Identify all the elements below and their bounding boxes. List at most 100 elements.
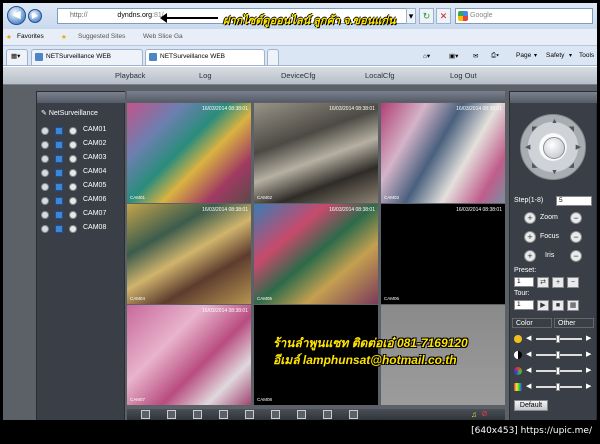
ptz-downright-icon[interactable]: ◢ [569, 161, 574, 169]
play-icon[interactable] [55, 211, 63, 219]
slider-left-icon[interactable]: ◀ [526, 366, 531, 374]
slider-thumb[interactable] [556, 335, 560, 343]
ptz-right-icon[interactable]: ▶ [576, 143, 581, 151]
stop-icon[interactable]: ✕ [436, 8, 451, 24]
forward-button[interactable]: ▶ [28, 9, 42, 23]
search-input[interactable]: Google [455, 8, 593, 24]
mute-icon[interactable]: ⊘ [481, 409, 488, 418]
play-icon[interactable] [55, 183, 63, 191]
video-cell[interactable]: 16/03/2014 08:38:01 CAM04 [127, 204, 251, 304]
record-icon[interactable] [69, 225, 77, 233]
video-cell[interactable]: 16/03/2014 08:38:01 CAM06 [381, 204, 505, 304]
slider-right-icon[interactable]: ▶ [586, 366, 591, 374]
preset-add-button[interactable]: + [552, 277, 564, 288]
print-icon[interactable]: ⎙▾ [491, 52, 499, 60]
preset-input[interactable]: 1 [514, 277, 534, 287]
suggested-sites-link[interactable]: Suggested Sites [78, 33, 125, 40]
ptz-center-button[interactable] [543, 137, 565, 159]
brightness-slider[interactable]: ◀ ▶ [514, 334, 594, 344]
menu-playback[interactable]: Playback [115, 71, 145, 80]
slider-thumb[interactable] [556, 383, 560, 391]
hue-slider[interactable]: ◀ ▶ [514, 382, 594, 392]
focus-out-button[interactable]: − [570, 231, 582, 243]
iris-open-button[interactable]: + [524, 250, 536, 262]
favorites-button[interactable]: Favorites [17, 33, 44, 40]
slider-left-icon[interactable]: ◀ [526, 334, 531, 342]
menu-devicecfg[interactable]: DeviceCfg [281, 71, 316, 80]
slider-thumb[interactable] [556, 351, 560, 359]
next-page-icon[interactable] [297, 410, 306, 419]
record-icon[interactable] [69, 155, 77, 163]
ptz-downleft-icon[interactable]: ◣ [532, 161, 537, 169]
zoom-out-button[interactable]: − [570, 212, 582, 224]
record-icon[interactable] [69, 127, 77, 135]
ptz-left-icon[interactable]: ◀ [525, 143, 530, 151]
ptz-upright-icon[interactable]: ◥ [569, 125, 574, 133]
tour-input[interactable]: 1 [514, 300, 534, 310]
tab-color[interactable]: Color [512, 318, 552, 328]
record-icon[interactable] [69, 141, 77, 149]
tools-menu[interactable]: Tools [579, 52, 594, 59]
tab-netsurveillance-1[interactable]: NETSurveillance WEB [31, 49, 143, 65]
tour-play-button[interactable]: ▶ [537, 300, 549, 311]
video-cell[interactable]: 16/03/2014 08:38:01 CAM05 [254, 204, 378, 304]
ptz-up-icon[interactable]: ▲ [551, 118, 558, 125]
contrast-slider[interactable]: ◀ ▶ [514, 350, 594, 360]
menu-logout[interactable]: Log Out [450, 71, 477, 80]
preset-remove-button[interactable]: − [567, 277, 579, 288]
iris-close-button[interactable]: − [570, 250, 582, 262]
zoom-in-button[interactable]: + [524, 212, 536, 224]
menu-log[interactable]: Log [199, 71, 212, 80]
play-icon[interactable] [55, 127, 63, 135]
mail-icon[interactable]: ✉ [473, 52, 478, 60]
tour-grid-button[interactable]: ▦ [567, 300, 579, 311]
record-icon[interactable] [69, 169, 77, 177]
home-icon[interactable]: ⌂▾ [423, 52, 430, 60]
record-icon[interactable] [69, 183, 77, 191]
tab-other[interactable]: Other [554, 318, 594, 328]
slider-right-icon[interactable]: ▶ [586, 334, 591, 342]
layout-9-icon[interactable] [219, 410, 228, 419]
tree-root[interactable]: ✎ NetSurveillance [41, 109, 98, 117]
video-cell[interactable]: 16/03/2014 08:38:01 CAM03 [381, 103, 505, 203]
volume-icon[interactable]: ♫ [471, 410, 477, 419]
menu-localcfg[interactable]: LocalCfg [365, 71, 395, 80]
default-button[interactable]: Default [514, 400, 548, 411]
saturation-slider[interactable]: ◀ ▶ [514, 366, 594, 376]
add-favorite-icon[interactable]: ★ [61, 33, 67, 41]
slider-left-icon[interactable]: ◀ [526, 350, 531, 358]
record-all-icon[interactable] [323, 410, 332, 419]
focus-in-button[interactable]: + [524, 231, 536, 243]
layout-16-icon[interactable] [245, 410, 254, 419]
slider-right-icon[interactable]: ▶ [586, 350, 591, 358]
feeds-icon[interactable]: ▣▾ [449, 52, 458, 60]
play-icon[interactable] [55, 225, 63, 233]
refresh-icon[interactable]: ↻ [419, 8, 434, 24]
ptz-direction-pad[interactable]: ▲ ▼ ◀ ▶ ◤ ◥ ◣ ◢ [520, 114, 586, 180]
video-cell[interactable]: 16/03/2014 08:38:01 CAM07 [127, 305, 251, 405]
video-cell[interactable]: 16/03/2014 08:38:01 CAM01 [127, 103, 251, 203]
record-icon[interactable] [69, 211, 77, 219]
quick-tabs-icon[interactable]: ▦▾ [6, 49, 28, 65]
fullscreen-icon[interactable] [141, 410, 150, 419]
prev-page-icon[interactable] [271, 410, 280, 419]
ptz-down-icon[interactable]: ▼ [551, 169, 558, 176]
layout-4-icon[interactable] [193, 410, 202, 419]
play-icon[interactable] [55, 197, 63, 205]
url-dropdown-icon[interactable]: ▾ [406, 8, 416, 24]
layout-1-icon[interactable] [167, 410, 176, 419]
safety-menu[interactable]: Safety [546, 52, 564, 59]
play-icon[interactable] [55, 169, 63, 177]
back-button[interactable]: ◀ [7, 6, 26, 25]
slider-right-icon[interactable]: ▶ [586, 382, 591, 390]
slider-thumb[interactable] [556, 367, 560, 375]
ptz-upleft-icon[interactable]: ◤ [532, 125, 537, 133]
tab-netsurveillance-2[interactable]: NETSurveillance WEB [145, 49, 265, 65]
slider-left-icon[interactable]: ◀ [526, 382, 531, 390]
preset-goto-button[interactable]: ⇄ [537, 277, 549, 288]
web-slice-link[interactable]: Web Slice Ga [143, 33, 183, 40]
tour-stop-button[interactable]: ■ [552, 300, 564, 311]
play-icon[interactable] [55, 155, 63, 163]
video-cell[interactable]: 16/03/2014 08:38:01 CAM02 [254, 103, 378, 203]
play-icon[interactable] [55, 141, 63, 149]
